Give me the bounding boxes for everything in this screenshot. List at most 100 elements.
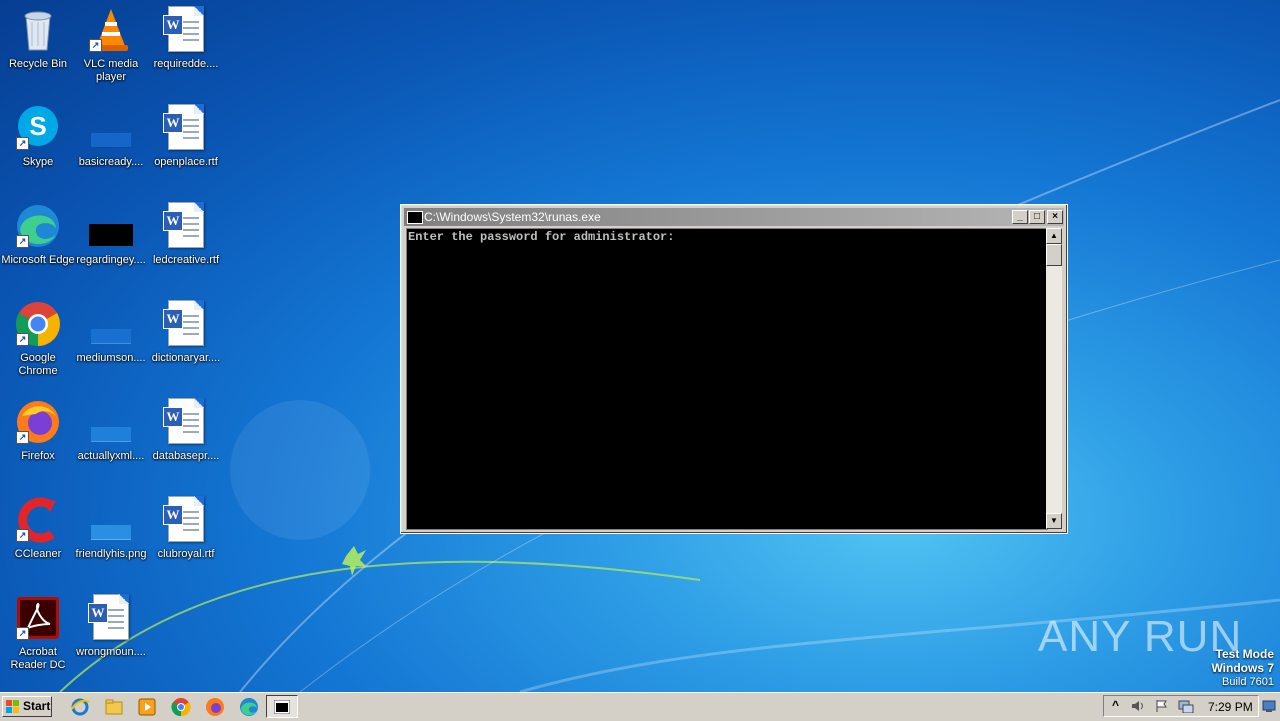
desktop-icon-chrome[interactable]: ↗ Google Chrome [0,294,76,390]
desktop-icon-label: Recycle Bin [8,58,68,70]
desktop-icon-skype[interactable]: S ↗ Skype [0,98,76,194]
word-document-icon: W [162,300,210,348]
console-window-icon [274,700,290,714]
shortcut-arrow-icon: ↗ [16,529,29,542]
desktop-icon-label: Google Chrome [18,352,58,377]
svg-text:S: S [29,111,46,141]
tray-expand-icon[interactable]: ^ [1112,698,1119,712]
desktop-icon-label: Microsoft Edge [1,254,75,266]
action-center-flag-icon[interactable] [1154,699,1168,713]
chrome-icon: ↗ [14,300,62,348]
start-button[interactable]: Start [2,696,52,717]
word-document-icon: W [162,202,210,250]
desktop-icon-regardingey[interactable]: regardingey.... [73,196,149,292]
desktop-icon-clubroyal[interactable]: W clubroyal.rtf [148,490,224,586]
desktop-icon-firefox[interactable]: ↗ Firefox [0,392,76,488]
word-document-icon: W [162,398,210,446]
firefox-icon: ↗ [14,398,62,446]
console-title: C:\Windows\System32\runas.exe [424,210,601,224]
windows-flag-icon [6,700,19,713]
desktop-icon-friendlyhis[interactable]: friendlyhis.png [73,490,149,586]
desktop-icon-label: ledcreative.rtf [152,254,220,266]
desktop-icon-label: mediumson.... [76,352,146,364]
start-label: Start [23,699,51,713]
console-titlebar[interactable]: C:\Windows\System32\runas.exe _ □ × [404,208,1064,226]
maximize-button[interactable]: □ [1029,210,1045,224]
test-mode-label: Test Mode [1215,647,1274,661]
desktop-icon-acrobat[interactable]: ↗ Acrobat Reader DC [0,588,76,684]
word-document-icon: W [162,6,210,54]
image-file-icon [87,496,135,544]
desktop-icon-dictionaryar[interactable]: W dictionaryar.... [148,294,224,390]
show-desktop-icon[interactable] [1262,698,1276,714]
console-output-area[interactable]: Enter the password for administrator: [406,228,1048,530]
desktop-icon-label: openplace.rtf [154,156,218,168]
image-file-icon [87,300,135,348]
taskbar-console-button[interactable] [266,695,298,718]
close-button[interactable]: × [1047,210,1063,224]
desktop-icon-ccleaner[interactable]: ↗ CCleaner [0,490,76,586]
desktop-icon-recycle-bin[interactable]: Recycle Bin [0,0,76,96]
shortcut-arrow-icon: ↗ [89,39,102,52]
scroll-thumb[interactable] [1046,244,1062,266]
desktop-icon-mediumson[interactable]: mediumson.... [73,294,149,390]
shortcut-arrow-icon: ↗ [16,431,29,444]
internet-explorer-icon[interactable] [70,697,90,717]
network-icon[interactable] [1178,699,1194,713]
image-file-icon [87,398,135,446]
volume-icon[interactable] [1130,699,1146,713]
desktop-icon-label: CCleaner [14,548,62,560]
shortcut-arrow-icon: ↗ [16,627,29,640]
desktop-icon-label: wrongmoun.... [76,646,146,658]
shortcut-arrow-icon: ↗ [16,333,29,346]
firefox-icon[interactable] [205,697,225,717]
desktop-icon-wrongmoun[interactable]: W wrongmoun.... [73,588,149,684]
desktop-icon-label: Skype [22,156,54,168]
os-label: Windows 7 [1211,661,1274,675]
console-vertical-scrollbar[interactable]: ▲ ▼ [1046,228,1062,529]
desktop-icon-label: databasepr.... [152,450,220,462]
ccleaner-icon: ↗ [14,496,62,544]
edge-icon: ↗ [14,202,62,250]
console-window-icon [407,211,423,224]
word-document-icon: W [87,594,135,642]
acrobat-icon: ↗ [14,594,62,642]
desktop-icon-edge[interactable]: ↗ Microsoft Edge [0,196,76,292]
desktop-icon-requiredde[interactable]: W requiredde.... [148,0,224,96]
desktop: Recycle Bin S ↗ Skype ↗ Microsoft Edge ↗… [0,0,1280,692]
edge-icon[interactable] [239,697,259,717]
shortcut-arrow-icon: ↗ [16,235,29,248]
minimize-button[interactable]: _ [1012,210,1028,224]
desktop-icon-label: friendlyhis.png [75,548,147,560]
scroll-down-button[interactable]: ▼ [1046,513,1062,529]
desktop-icon-label: basicready.... [78,156,144,168]
desktop-icon-label: Acrobat Reader DC [10,646,66,671]
desktop-icon-label: requiredde.... [153,58,219,70]
desktop-icon-vlc[interactable]: ↗ VLC media player [73,0,149,96]
vlc-icon: ↗ [87,6,135,54]
desktop-icon-actuallyxml[interactable]: actuallyxml.... [73,392,149,488]
scroll-up-button[interactable]: ▲ [1046,228,1062,244]
desktop-icon-basicready[interactable]: basicready.... [73,98,149,194]
desktop-icon-label: VLC media player [83,58,139,83]
recycle-bin-icon [14,6,62,54]
chrome-icon[interactable] [171,697,191,717]
word-document-icon: W [162,496,210,544]
skype-icon: S ↗ [14,104,62,152]
console-window[interactable]: C:\Windows\System32\runas.exe _ □ × Ente… [400,204,1068,534]
taskbar: Start ^ 7:29 PM [0,692,1280,721]
desktop-icon-openplace[interactable]: W openplace.rtf [148,98,224,194]
media-player-icon[interactable] [137,697,157,717]
desktop-icon-ledcreative[interactable]: W ledcreative.rtf [148,196,224,292]
system-tray: ^ 7:29 PM [1103,695,1259,717]
desktop-icon-label: clubroyal.rtf [157,548,215,560]
desktop-icon-label: regardingey.... [76,254,146,266]
desktop-icon-label: dictionaryar.... [151,352,221,364]
desktop-icon-label: actuallyxml.... [77,450,145,462]
image-file-icon [87,104,135,152]
desktop-icon-databasepr[interactable]: W databasepr.... [148,392,224,488]
test-mode-notice: Test Mode Windows 7 Build 7601 [1211,647,1274,689]
clock[interactable]: 7:29 PM [1208,700,1253,714]
console-prompt-text: Enter the password for administrator: [408,230,675,244]
explorer-folder-icon[interactable] [104,697,124,717]
